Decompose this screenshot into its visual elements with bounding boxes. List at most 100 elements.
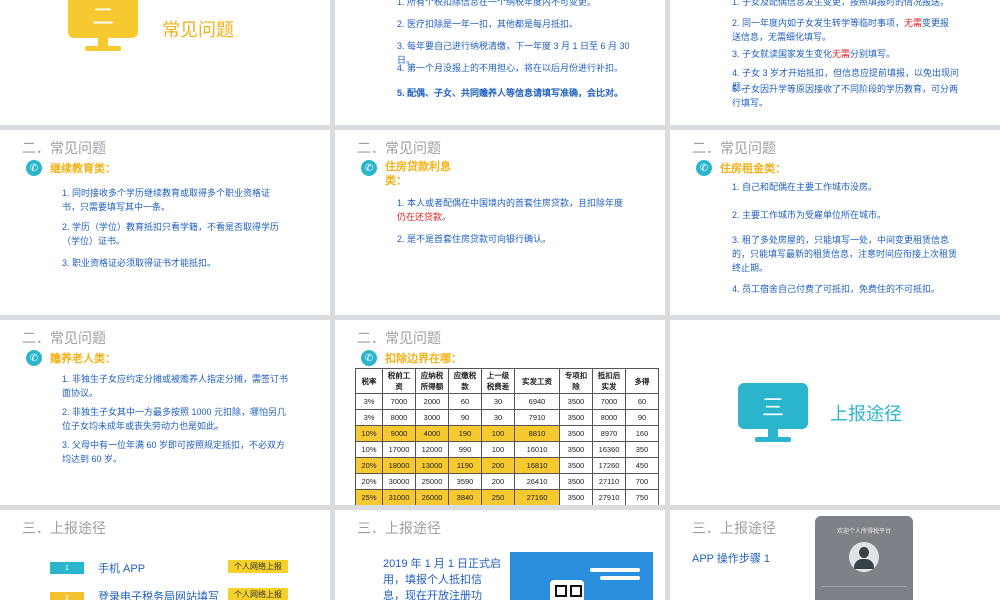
table-cell: 990 xyxy=(448,441,482,458)
table-cell: 13000 xyxy=(415,457,449,474)
table-cell: 60 xyxy=(448,393,482,410)
slide-faq-general[interactable]: 1. 所有个税扣除信息在一个纳税年度内不可变更。 2. 医疗扣除是一年一扣，其他… xyxy=(335,0,665,125)
slide-housing-rent[interactable]: 二．常见问题 ✆ 住房租金类： 1. 自己和配偶在主要工作城市没房。 2. 主要… xyxy=(670,130,1000,315)
rule-2: 2. 学历（学位）教育抵扣只看学籍，不看是否取得学历（学位）证书。 xyxy=(62,222,280,246)
step-title: APP 操作步骤 1 xyxy=(692,553,771,565)
phone-icon: ✆ xyxy=(26,350,42,366)
rule-3: 3. 父母中有一位年满 60 岁即可按照规定抵扣，不必双方均达到 60 岁。 xyxy=(62,440,286,464)
rule-3: 3. 租了多处房屋的，只能填写一处，中间变更租赁信息的，只能填写最新的租赁信息，… xyxy=(732,235,958,273)
table-cell: 26000 xyxy=(415,489,449,505)
faq-item-2: 2. 医疗扣除是一年一扣，其他都是每月抵扣。 xyxy=(397,19,579,29)
table-cell: 16360 xyxy=(592,441,626,458)
table-cell: 1190 xyxy=(448,457,482,474)
slide-faq-children[interactable]: 1. 子女及配偶信息发生变更，按照填报时的情况报送。 2. 同一年度内如子女发生… xyxy=(670,0,1000,125)
slide-section-3[interactable]: 三 上报途径 xyxy=(670,320,1000,505)
column-header: 抵扣后实发 xyxy=(592,368,626,394)
table-cell: 6940 xyxy=(514,393,560,410)
phone-icon: ✆ xyxy=(26,160,42,176)
rule-4: 4. 员工宿舍自己付费了可抵扣，免费住的不可抵扣。 xyxy=(732,284,941,294)
table-cell: 17000 xyxy=(382,441,416,458)
table-cell: 100 xyxy=(481,425,515,442)
column-header: 应缴税款 xyxy=(448,368,482,394)
table-cell: 8000 xyxy=(592,409,626,426)
table-cell: 16010 xyxy=(514,441,560,458)
table-cell: 3500 xyxy=(559,489,593,505)
launch-text: 2019 年 1 月 1 日正式启用，填报个人抵扣信息，现在开放注册功能。 xyxy=(383,558,501,600)
channel-label: 手机 APP xyxy=(98,563,146,575)
table-cell: 3000 xyxy=(415,409,449,426)
column-header: 多得 xyxy=(625,368,659,394)
table-cell: 60 xyxy=(625,393,659,410)
slide-mortgage-interest[interactable]: 二．常见问题 ✆ 住房贷款利息类： 1. 本人或者配偶在中国境内的首套住房贷款，… xyxy=(335,130,665,315)
section-label: 三．上报途径 xyxy=(692,520,776,536)
table-cell: 3840 xyxy=(448,489,482,505)
table-cell: 30000 xyxy=(382,473,416,490)
table-cell: 31000 xyxy=(382,489,416,505)
table-cell: 26410 xyxy=(514,473,560,490)
table-cell: 8000 xyxy=(382,409,416,426)
phone-icon: ✆ xyxy=(361,350,377,366)
slide-launch-info[interactable]: 三．上报途径 2019 年 1 月 1 日正式启用，填报个人抵扣信息，现在开放注… xyxy=(335,510,665,600)
table-header-row: 税率 税前工资 应纳税所得额 应缴税款 上一级税费差 实发工资 专项扣除 抵扣后实发 多得 xyxy=(355,368,659,394)
table-cell: 3% xyxy=(355,393,383,410)
table-cell: 7910 xyxy=(514,409,560,426)
slide-deduction-table[interactable]: 二．常见问题 ✆ 扣除边界在哪： 税率 税前工资 应纳税所得额 应缴税款 上一级税费差实… xyxy=(335,320,665,505)
slide-elderly-support[interactable]: 二．常见问题 ✆ 赡养老人类： 1. 非独生子女应约定分摊或被赡养人指定分摊，需… xyxy=(0,320,330,505)
table-cell: 8810 xyxy=(514,425,560,442)
slide-section-2[interactable]: 二 常见问题 xyxy=(0,0,330,125)
faq-item-4: 4. 第一个月没报上的不用担心，将在以后月份进行补扣。 xyxy=(397,63,624,73)
step-number: 2 xyxy=(50,592,84,600)
table-cell: 4000 xyxy=(415,425,449,442)
phone-title: 欢迎个人所得税平台 xyxy=(836,529,891,535)
table-row: 10% 17000 12000 990 100 16010 3500 16360 350 xyxy=(355,441,659,458)
table-row: 3% 7000 2000 60 30 6940 3500 7000 60 xyxy=(355,393,659,410)
channel-label: 登录电子税务局网站填写 xyxy=(98,591,219,600)
table-cell: 12000 xyxy=(415,441,449,458)
table-cell: 10% xyxy=(355,425,383,442)
table-cell: 3590 xyxy=(448,473,482,490)
table-cell: 200 xyxy=(481,457,515,474)
column-header: 专项扣除 xyxy=(559,368,593,394)
app-promo-panel xyxy=(510,552,653,600)
slide-app-steps[interactable]: 三．上报途径 APP 操作步骤 1 欢迎个人所得税平台 xyxy=(670,510,1000,600)
table-cell: 90 xyxy=(448,409,482,426)
category-heading: 扣除边界在哪： xyxy=(385,353,462,365)
table-cell: 7000 xyxy=(592,393,626,410)
table-cell: 350 xyxy=(625,441,659,458)
table-cell: 100 xyxy=(481,441,515,458)
table-cell: 3500 xyxy=(559,473,593,490)
slide-report-channels[interactable]: 三．上报途径 1 手机 APP 个人网络上报 2 登录电子税务局网站填写 个人网… xyxy=(0,510,330,600)
table-cell: 200 xyxy=(481,473,515,490)
monitor-number: 三 xyxy=(738,383,808,429)
rule-2: 2. 非独生子女其中一方最多按照 1000 元扣除，哪怕另几位子女均未成年或丧失… xyxy=(62,407,287,431)
rule-2: 2. 是不是首套住房贷款可向银行确认。 xyxy=(397,234,552,244)
table-row: 20% 30000 25000 3590 200 26410 3500 27110 700 xyxy=(355,473,659,490)
section-label: 二．常见问题 xyxy=(357,140,441,156)
rule-1: 1. 非独生子女应约定分摊或被赡养人指定分摊，需签订书面协议。 xyxy=(62,374,289,398)
table-cell: 18000 xyxy=(382,457,416,474)
section-label: 二．常见问题 xyxy=(692,140,776,156)
table-cell: 20% xyxy=(355,473,383,490)
table-cell: 20% xyxy=(355,457,383,474)
column-header: 税率 xyxy=(355,368,383,394)
column-header: 税前工资 xyxy=(382,368,416,394)
section-label: 二．常见问题 xyxy=(22,140,106,156)
qr-code-icon xyxy=(550,580,584,600)
table-cell: 27160 xyxy=(514,489,560,505)
column-header: 实发工资 xyxy=(514,368,560,394)
faq-item-1: 1. 所有个税扣除信息在一个纳税年度内不可变更。 xyxy=(397,0,597,7)
column-header: 应纳税所得额 xyxy=(415,368,449,394)
table-cell: 750 xyxy=(625,489,659,505)
table-cell: 450 xyxy=(625,457,659,474)
table-row: 3% 8000 3000 90 30 7910 3500 8000 90 xyxy=(355,409,659,426)
table-row: 25% 31000 26000 3840 250 27160 3500 27910 750 xyxy=(355,489,659,505)
table-cell: 27110 xyxy=(592,473,626,490)
table-cell: 16810 xyxy=(514,457,560,474)
table-cell: 9000 xyxy=(382,425,416,442)
table-cell: 3% xyxy=(355,409,383,426)
table-cell: 25% xyxy=(355,489,383,505)
channel-tag: 个人网络上报 xyxy=(228,560,288,573)
table-cell: 3500 xyxy=(559,457,593,474)
slide-continuing-education[interactable]: 二．常见问题 ✆ 继续教育类： 1. 同时接收多个学历继续教育或取得多个职业资格… xyxy=(0,130,330,315)
category-heading: 住房租金类： xyxy=(720,163,786,175)
